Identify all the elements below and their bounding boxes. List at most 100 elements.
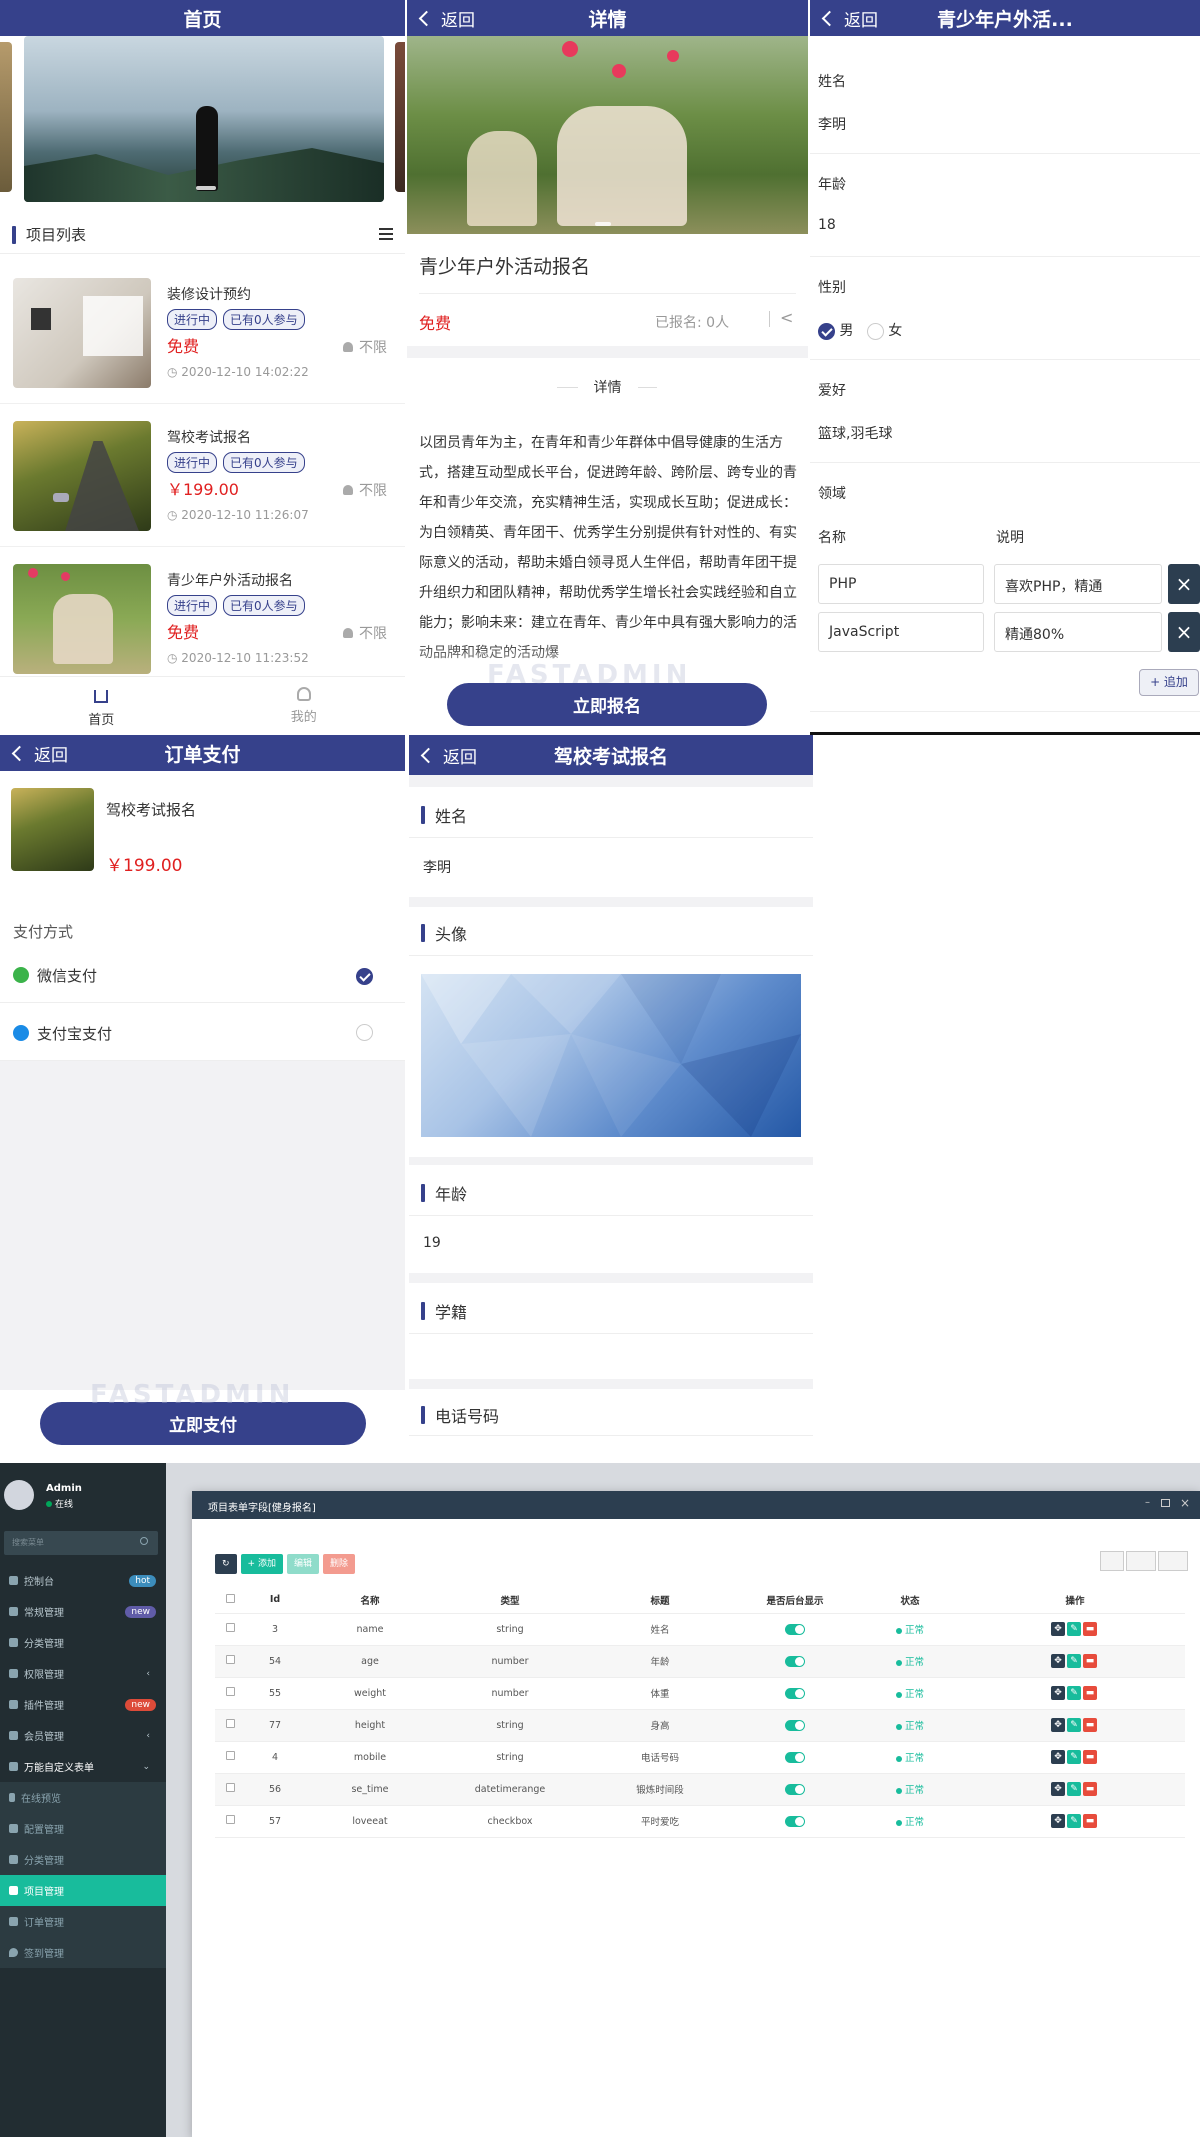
- row-checkbox[interactable]: [215, 1677, 245, 1710]
- drag-icon[interactable]: ✥: [1051, 1686, 1065, 1700]
- toggle-switch[interactable]: [785, 1783, 805, 1795]
- list-item[interactable]: 驾校考试报名 进行中 已有0人参与 ￥199.00 不限 ◷ 2020-12-10…: [0, 405, 405, 547]
- toggle-switch[interactable]: [785, 1655, 805, 1667]
- menu-members[interactable]: 会员管理 ‹: [0, 1720, 166, 1751]
- back-button[interactable]: 返回: [11, 735, 68, 771]
- submenu-projects[interactable]: 项目管理: [0, 1875, 166, 1906]
- table-row[interactable]: 54 age number 年龄 正常 ✥ ✎ ▬: [215, 1645, 1185, 1678]
- alipay-radio[interactable]: [356, 1024, 373, 1041]
- refresh-button[interactable]: ↻: [215, 1554, 237, 1574]
- back-button[interactable]: 返回: [821, 0, 878, 36]
- trash-icon[interactable]: ▬: [1083, 1782, 1097, 1796]
- row-checkbox[interactable]: [215, 1709, 245, 1742]
- trash-icon[interactable]: ▬: [1083, 1718, 1097, 1732]
- name-value[interactable]: 李明: [818, 114, 846, 134]
- edit-icon[interactable]: ✎: [1067, 1814, 1081, 1828]
- field-desc-input[interactable]: 精通80%: [994, 612, 1162, 652]
- table-row[interactable]: 57 loveeat checkbox 平时爱吃 正常 ✥ ✎ ▬: [215, 1805, 1185, 1838]
- edit-icon[interactable]: ✎: [1067, 1654, 1081, 1668]
- table-view-icon[interactable]: [1100, 1551, 1124, 1571]
- row-checkbox[interactable]: [215, 1613, 245, 1646]
- row-checkbox[interactable]: [215, 1773, 245, 1806]
- menu-search[interactable]: 搜索菜单: [4, 1531, 158, 1555]
- edit-button[interactable]: 编辑: [286, 1554, 319, 1574]
- tab-mine[interactable]: 我的: [203, 677, 406, 735]
- menu-plugins[interactable]: 插件管理 new: [0, 1689, 166, 1720]
- age-value[interactable]: 18: [818, 217, 836, 233]
- back-button[interactable]: 返回: [420, 735, 477, 775]
- tab-home[interactable]: 首页: [0, 677, 203, 735]
- name-value[interactable]: 李明: [423, 857, 451, 877]
- avatar-image[interactable]: [421, 974, 801, 1137]
- maximize-icon[interactable]: [1161, 1499, 1170, 1507]
- female-radio[interactable]: [866, 322, 884, 340]
- toggle-switch[interactable]: [785, 1751, 805, 1763]
- menu-custom-form[interactable]: 万能自定义表单 ⌄: [0, 1751, 166, 1782]
- edit-icon[interactable]: ✎: [1067, 1622, 1081, 1636]
- trash-icon[interactable]: ▬: [1083, 1686, 1097, 1700]
- share-icon[interactable]: <: [780, 308, 793, 327]
- drag-icon[interactable]: ✥: [1051, 1782, 1065, 1796]
- wechat-radio[interactable]: [356, 968, 373, 985]
- search-input[interactable]: 搜索菜单: [12, 1537, 44, 1548]
- toggle-switch[interactable]: [785, 1687, 805, 1699]
- minimize-icon[interactable]: –: [1145, 1497, 1150, 1508]
- table-row[interactable]: 77 height string 身高 正常 ✥ ✎ ▬: [215, 1709, 1185, 1742]
- menu-auth[interactable]: 权限管理 ‹: [0, 1658, 166, 1689]
- toggle-switch[interactable]: [785, 1815, 805, 1827]
- drag-icon[interactable]: ✥: [1051, 1622, 1065, 1636]
- table-row[interactable]: 56 se_time datetimerange 锻炼时间段 正常 ✥ ✎ ▬: [215, 1773, 1185, 1806]
- remove-row-button[interactable]: ×: [1168, 564, 1200, 604]
- hobby-value[interactable]: 篮球,羽毛球: [818, 423, 892, 443]
- edit-icon[interactable]: ✎: [1067, 1750, 1081, 1764]
- submenu-category[interactable]: 分类管理: [0, 1844, 166, 1875]
- menu-category[interactable]: 分类管理: [0, 1627, 166, 1658]
- menu-icon[interactable]: [379, 228, 393, 240]
- list-item[interactable]: 青少年户外活动报名 进行中 已有0人参与 免费 不限 ◷ 2020-12-10 1…: [0, 548, 405, 690]
- table-row[interactable]: 4 mobile string 电话号码 正常 ✥ ✎ ▬: [215, 1741, 1185, 1774]
- trash-icon[interactable]: ▬: [1083, 1622, 1097, 1636]
- submenu-preview[interactable]: 在线预览: [0, 1782, 166, 1813]
- row-checkbox[interactable]: [215, 1645, 245, 1678]
- age-value[interactable]: 19: [423, 1235, 441, 1251]
- trash-icon[interactable]: ▬: [1083, 1654, 1097, 1668]
- submenu-checkin[interactable]: 签到管理: [0, 1937, 166, 1968]
- field-desc-input[interactable]: 喜欢PHP，精通: [994, 564, 1162, 604]
- columns-icon[interactable]: [1126, 1551, 1156, 1571]
- menu-general[interactable]: 常规管理 new: [0, 1596, 166, 1627]
- table-row[interactable]: 3 name string 姓名 正常 ✥ ✎ ▬: [215, 1613, 1185, 1646]
- drag-icon[interactable]: ✥: [1051, 1654, 1065, 1668]
- male-radio[interactable]: [818, 322, 835, 340]
- remove-row-button[interactable]: ×: [1168, 612, 1200, 652]
- drag-icon[interactable]: ✥: [1051, 1750, 1065, 1764]
- field-name-input[interactable]: JavaScript: [818, 612, 984, 652]
- alipay-option[interactable]: 支付宝支付: [0, 1004, 405, 1061]
- toggle-switch[interactable]: [785, 1719, 805, 1731]
- edit-icon[interactable]: ✎: [1067, 1686, 1081, 1700]
- drag-icon[interactable]: ✥: [1051, 1718, 1065, 1732]
- menu-dashboard[interactable]: 控制台 hot: [0, 1565, 166, 1596]
- drag-icon[interactable]: ✥: [1051, 1814, 1065, 1828]
- edit-icon[interactable]: ✎: [1067, 1782, 1081, 1796]
- field-name-input[interactable]: PHP: [818, 564, 984, 604]
- add-button[interactable]: + 添加: [240, 1554, 283, 1574]
- back-button[interactable]: 返回: [418, 0, 475, 36]
- submenu-orders[interactable]: 订单管理: [0, 1906, 166, 1937]
- close-icon[interactable]: ×: [1180, 1496, 1190, 1510]
- list-item[interactable]: 装修设计预约 进行中 已有0人参与 免费 不限 ◷ 2020-12-10 14:0…: [0, 262, 405, 404]
- toggle-switch[interactable]: [785, 1623, 805, 1635]
- add-row-button[interactable]: + 追加: [1139, 669, 1199, 696]
- trash-icon[interactable]: ▬: [1083, 1814, 1097, 1828]
- wechat-pay-option[interactable]: 微信支付: [0, 946, 405, 1003]
- col-id[interactable]: Id: [245, 1587, 305, 1614]
- row-checkbox[interactable]: [215, 1805, 245, 1838]
- delete-button[interactable]: 删除: [322, 1554, 355, 1574]
- select-all-checkbox[interactable]: [215, 1587, 245, 1614]
- edit-icon[interactable]: ✎: [1067, 1718, 1081, 1732]
- export-icon[interactable]: [1158, 1551, 1188, 1571]
- row-checkbox[interactable]: [215, 1741, 245, 1774]
- submenu-config[interactable]: 配置管理: [0, 1813, 166, 1844]
- trash-icon[interactable]: ▬: [1083, 1750, 1097, 1764]
- table-row[interactable]: 55 weight number 体重 正常 ✥ ✎ ▬: [215, 1677, 1185, 1710]
- banner-carousel[interactable]: [0, 36, 405, 204]
